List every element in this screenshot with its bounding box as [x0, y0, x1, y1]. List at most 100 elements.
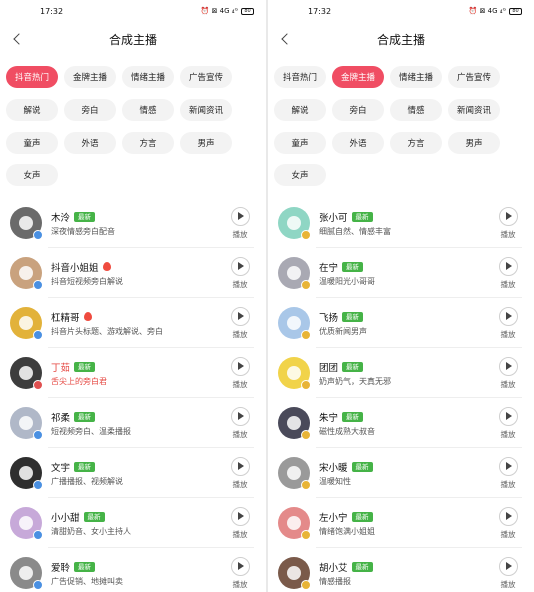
voice-row[interactable]: 团团 最新 奶声奶气，天真无邪 播放	[268, 348, 534, 398]
voice-row[interactable]: 文宇 最新 广播播报、视频解说 播放	[0, 448, 266, 498]
category-tag[interactable]: 外语	[332, 131, 384, 154]
category-tag[interactable]: 情绪主播	[122, 66, 174, 88]
avatar-face	[19, 416, 33, 430]
play-button[interactable]: 播放	[488, 356, 528, 390]
play-icon	[506, 512, 512, 520]
category-tag[interactable]: 情感	[390, 98, 442, 121]
category-tag[interactable]: 童声	[274, 131, 326, 154]
avatar-badge-icon	[33, 280, 43, 290]
play-button[interactable]: 播放	[220, 256, 260, 290]
play-circle-icon	[230, 306, 250, 326]
category-tag[interactable]: 方言	[122, 131, 174, 154]
avatar-face	[19, 266, 33, 280]
play-button[interactable]: 播放	[220, 456, 260, 490]
category-tag[interactable]: 女声	[274, 164, 326, 187]
voice-row[interactable]: 胡小艾 最新 情感播报 播放	[268, 548, 534, 592]
voice-info: 朱宁 最新 磁性成熟大叔音	[319, 410, 488, 437]
category-tag[interactable]: 情感	[122, 98, 174, 121]
play-button[interactable]: 播放	[220, 506, 260, 540]
play-label: 播放	[500, 329, 516, 339]
voice-row[interactable]: 丁茹 最新 舌尖上的旁白君 播放	[0, 348, 266, 398]
category-tag[interactable]: 解说	[274, 98, 326, 121]
voice-row[interactable]: 爱聆 最新 广告促销、地摊叫卖 播放	[0, 548, 266, 592]
fire-icon	[83, 312, 92, 321]
voice-row[interactable]: 祁柔 最新 短视频旁白、温柔播报 播放	[0, 398, 266, 448]
name-line: 宋小暖 最新	[319, 460, 488, 474]
name-line: 木泠 最新	[51, 210, 220, 224]
voice-row[interactable]: 宋小暖 最新温暖知性 播放	[268, 448, 534, 498]
voice-row[interactable]: 小小甜 最新 清甜奶音、女小主持人 播放	[0, 498, 266, 548]
category-tag[interactable]: 金牌主播	[332, 66, 384, 88]
status-time: 17:32	[40, 6, 64, 16]
category-tag[interactable]: 广告宣传	[448, 66, 500, 88]
category-tag[interactable]: 解说	[6, 98, 58, 121]
category-tag[interactable]: 旁白	[64, 98, 116, 121]
play-button[interactable]: 播放	[488, 306, 528, 340]
voice-row[interactable]: 抖音小姐姐 抖音短视频旁白解说 播放	[0, 248, 266, 298]
play-button[interactable]: 播放	[488, 506, 528, 540]
voice-row[interactable]: 在宁 最新 温暖阳光小哥哥 播放	[268, 248, 534, 298]
play-label: 播放	[500, 479, 516, 489]
category-tag[interactable]: 女声	[6, 164, 58, 187]
avatar-face	[19, 466, 33, 480]
category-tag[interactable]: 外语	[64, 131, 116, 154]
avatar-face	[287, 316, 301, 330]
voice-info: 文宇 最新 广播播报、视频解说	[51, 460, 220, 487]
play-button[interactable]: 播放	[488, 556, 528, 590]
category-tag[interactable]: 男声	[180, 131, 232, 154]
category-tag[interactable]: 新闻资讯	[448, 98, 500, 121]
avatar-face	[287, 216, 301, 230]
category-tag[interactable]: 广告宣传	[180, 66, 232, 88]
play-button[interactable]: 播放	[220, 306, 260, 340]
voice-row[interactable]: 张小可 最新 细腻自然、情感丰富 播放	[268, 198, 534, 248]
category-tag[interactable]: 童声	[6, 131, 58, 154]
play-button[interactable]: 播放	[488, 206, 528, 240]
voice-description: 温暖知性	[319, 476, 351, 486]
play-circle-icon	[498, 406, 518, 426]
play-icon	[238, 562, 244, 570]
play-button[interactable]: 播放	[220, 206, 260, 240]
category-tag[interactable]: 抖音热门	[6, 66, 58, 88]
play-label: 播放	[232, 579, 248, 589]
voice-description: 优质新闻男声	[319, 326, 367, 336]
avatar-face	[19, 216, 33, 230]
avatar-badge-icon	[33, 480, 43, 490]
voice-info: 飞扬 最新 优质新闻男声	[319, 310, 488, 337]
play-label: 播放	[232, 529, 248, 539]
voice-row[interactable]: 朱宁 最新 磁性成熟大叔音 播放	[268, 398, 534, 448]
voice-description: 广播播报、视频解说	[51, 476, 123, 486]
category-tag[interactable]: 方言	[390, 131, 442, 154]
play-button[interactable]: 播放	[488, 256, 528, 290]
new-badge: 最新	[83, 511, 105, 522]
category-tag[interactable]: 新闻资讯	[180, 98, 232, 121]
play-button[interactable]: 播放	[220, 406, 260, 440]
avatar-badge-icon	[301, 430, 311, 440]
back-icon[interactable]	[276, 30, 294, 48]
back-icon[interactable]	[8, 30, 26, 48]
voice-info: 团团 最新 奶声奶气，天真无邪	[319, 360, 488, 387]
nav-bar: 合成主播	[268, 22, 534, 56]
voice-row[interactable]: 木泠 最新 深夜情感旁白配音 播放	[0, 198, 266, 248]
play-icon	[238, 212, 244, 220]
avatar-face	[287, 366, 301, 380]
voice-row[interactable]: 杠精哥 抖音片头标题、游戏解说、旁白 播放	[0, 298, 266, 348]
voice-info: 在宁 最新 温暖阳光小哥哥	[319, 260, 488, 287]
category-tag[interactable]: 金牌主播	[64, 66, 116, 88]
play-button[interactable]: 播放	[220, 556, 260, 590]
play-button[interactable]: 播放	[488, 456, 528, 490]
category-tag[interactable]: 抖音热门	[274, 66, 326, 88]
play-icon	[506, 562, 512, 570]
category-tag[interactable]: 男声	[448, 131, 500, 154]
play-label: 播放	[500, 529, 516, 539]
play-button[interactable]: 播放	[220, 356, 260, 390]
voice-row[interactable]: 左小宁 最新 情绪饱满小姐姐 播放	[268, 498, 534, 548]
category-tag[interactable]: 情绪主播	[390, 66, 442, 88]
voice-name: 在宁	[319, 262, 339, 274]
play-button[interactable]: 播放	[488, 406, 528, 440]
play-circle-icon	[498, 306, 518, 326]
category-tag[interactable]: 旁白	[332, 98, 384, 121]
play-icon	[238, 512, 244, 520]
voice-row[interactable]: 飞扬 最新 优质新闻男声播放	[268, 298, 534, 348]
avatar-badge-icon	[301, 330, 311, 340]
avatar	[278, 307, 311, 340]
